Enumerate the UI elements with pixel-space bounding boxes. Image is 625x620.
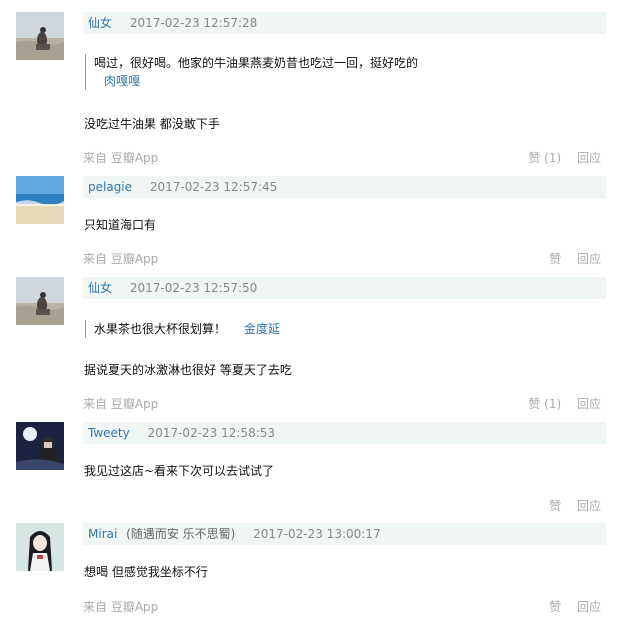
comment-text: 想喝 但感觉我坐标不行 xyxy=(84,565,208,579)
author-name[interactable]: Mirai xyxy=(83,527,117,541)
author-name[interactable]: Tweety xyxy=(83,426,130,440)
like-button[interactable]: 赞 xyxy=(549,252,561,266)
source-link[interactable]: 来自 豆瓣App xyxy=(83,149,158,166)
comment-header: 仙女 2017-02-23 12:57:50 xyxy=(83,277,606,299)
comment-time: 2017-02-23 13:00:17 xyxy=(253,527,381,541)
comment-time: 2017-02-23 12:57:28 xyxy=(129,16,258,30)
reply-button[interactable]: 回应 xyxy=(577,252,601,266)
quote-text: 水果茶也很大杯很划算！ xyxy=(94,322,227,336)
quote-author[interactable]: 金度延 xyxy=(244,322,280,336)
avatar[interactable] xyxy=(16,523,64,571)
author-name[interactable]: 仙女 xyxy=(83,281,112,295)
avatar[interactable] xyxy=(16,176,64,224)
avatar[interactable] xyxy=(16,422,64,470)
source-link[interactable]: 来自 豆瓣App xyxy=(83,250,158,267)
reply-button[interactable]: 回应 xyxy=(577,499,601,513)
comment-footer: 来自 豆瓣App 赞 (1) 回应 xyxy=(83,395,601,411)
comment-footer: 来自 豆瓣App 赞 回应 xyxy=(83,250,601,266)
quoted-reply: 水果茶也很大杯很划算！ 金度延 xyxy=(85,320,280,338)
comment-footer: 来自 豆瓣App 赞 回应 xyxy=(83,598,601,614)
comment-time: 2017-02-23 12:57:50 xyxy=(129,281,258,295)
avatar[interactable] xyxy=(16,12,64,60)
like-button[interactable]: 赞 xyxy=(549,600,561,614)
source-link[interactable]: 来自 豆瓣App xyxy=(83,395,158,412)
quoted-reply: 喝过，很好喝。他家的牛油果燕麦奶昔也吃过一回，挺好吃的 肉嘎嘎 xyxy=(85,54,418,90)
comment-text: 没吃过牛油果 都没敢下手 xyxy=(84,117,220,131)
comment-header: Tweety 2017-02-23 12:58:53 xyxy=(83,422,606,444)
comment-time: 2017-02-23 12:57:45 xyxy=(149,180,278,194)
like-button[interactable]: 赞 xyxy=(549,499,561,513)
avatar[interactable] xyxy=(16,277,64,325)
author-signature: (随遇而安 乐不思蜀) xyxy=(126,527,236,541)
comment-header: pelagie 2017-02-23 12:57:45 xyxy=(83,176,606,198)
like-button[interactable]: 赞 (1) xyxy=(528,397,561,411)
quote-text: 喝过，很好喝。他家的牛油果燕麦奶昔也吃过一回，挺好吃的 xyxy=(94,56,419,70)
comment-text: 我见过这店~看来下次可以去试试了 xyxy=(84,464,275,478)
comment-text: 据说夏天的冰激淋也很好 等夏天了去吃 xyxy=(84,363,292,377)
reply-button[interactable]: 回应 xyxy=(577,600,601,614)
comment-text: 只知道海口有 xyxy=(84,218,157,232)
comment-time: 2017-02-23 12:58:53 xyxy=(147,426,276,440)
reply-button[interactable]: 回应 xyxy=(577,151,601,165)
author-name[interactable]: 仙女 xyxy=(83,16,112,30)
author-name[interactable]: pelagie xyxy=(83,180,132,194)
source-link[interactable]: 来自 豆瓣App xyxy=(83,598,158,615)
like-button[interactable]: 赞 (1) xyxy=(528,151,561,165)
comment-footer: 来自 豆瓣App 赞 (1) 回应 xyxy=(83,149,601,165)
quote-author[interactable]: 肉嘎嘎 xyxy=(104,72,418,90)
reply-button[interactable]: 回应 xyxy=(577,397,601,411)
comment-header: Mirai (随遇而安 乐不思蜀) 2017-02-23 13:00:17 xyxy=(83,523,606,545)
comment-header: 仙女 2017-02-23 12:57:28 xyxy=(83,12,606,34)
comment-footer: 赞 回应 xyxy=(83,497,601,513)
